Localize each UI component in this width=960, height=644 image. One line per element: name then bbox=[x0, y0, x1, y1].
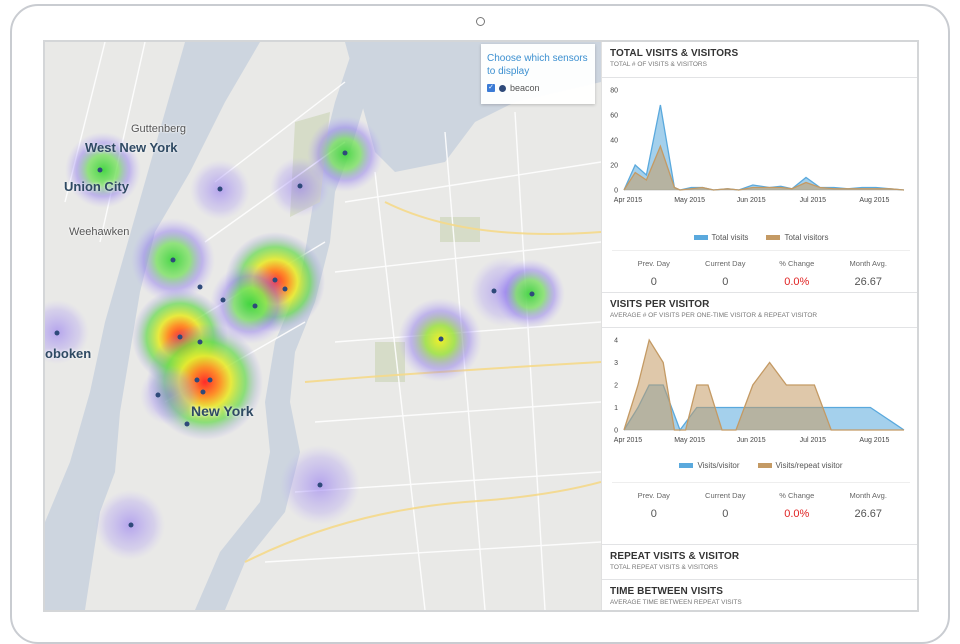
stat-prev-day: Prev. Day 0 bbox=[637, 491, 670, 520]
map-label-west-new-york: West New York bbox=[85, 140, 178, 155]
total-visits-header[interactable]: TOTAL VISITS & VISITORS TOTAL # OF VISIT… bbox=[602, 42, 917, 78]
stat-percent-change: % Change 0.0% bbox=[779, 259, 815, 288]
legend-total-visitors[interactable]: Total visitors bbox=[766, 233, 828, 242]
x-tick-label: May 2015 bbox=[674, 197, 705, 204]
legend-visits-per-repeat-visitor[interactable]: Visits/repeat visitor bbox=[757, 461, 843, 470]
y-tick-label: 40 bbox=[610, 138, 618, 145]
stat-current-day: Current Day 0 bbox=[705, 491, 746, 520]
beacon-label: beacon bbox=[510, 83, 540, 93]
x-tick-label: Apr 2015 bbox=[614, 197, 643, 204]
x-tick-label: Jul 2015 bbox=[800, 437, 827, 444]
heatmap-map[interactable]: West New York Guttenberg Union City Weeh… bbox=[45, 42, 601, 610]
map-label-hoboken: oboken bbox=[45, 346, 92, 361]
sensor-filter-panel: Choose which sensors to display ✓ beacon bbox=[481, 44, 595, 104]
y-tick-label: 20 bbox=[610, 163, 618, 170]
time-between-subtitle: AVERAGE TIME BETWEEN REPEAT VISITS bbox=[610, 599, 742, 606]
stat-current-day: Current Day 0 bbox=[705, 259, 746, 288]
sensor-filter-option[interactable]: ✓ beacon bbox=[487, 83, 589, 93]
total-visits-chart-card: 0 20 40 60 80 Apr 2015 May 2015 Jun 2015 Jul 201… bbox=[602, 78, 919, 292]
x-tick-label: Jun 2015 bbox=[737, 437, 766, 444]
stat-prev-day: Prev. Day 0 bbox=[637, 259, 670, 288]
map-label-new-york: New York bbox=[191, 403, 254, 419]
x-tick-label: May 2015 bbox=[674, 437, 705, 444]
total-visits-title: TOTAL VISITS & VISITORS bbox=[610, 48, 739, 59]
y-tick-label: 60 bbox=[610, 113, 618, 120]
y-tick-label: 3 bbox=[614, 360, 618, 367]
x-tick-label: Jun 2015 bbox=[737, 197, 766, 204]
visits-per-visitor-title: VISITS PER VISITOR bbox=[610, 299, 710, 310]
camera-icon bbox=[476, 17, 485, 26]
x-tick-label: Aug 2015 bbox=[859, 197, 889, 204]
legend-visits-per-visitor[interactable]: Visits/visitor bbox=[679, 461, 740, 470]
analytics-panel: TOTAL VISITS & VISITORS TOTAL # OF VISIT… bbox=[601, 42, 919, 610]
map-canvas bbox=[45, 42, 601, 610]
total-visits-stats: Prev. Day 0 Current Day 0 % Change 0.0% … bbox=[612, 250, 910, 298]
x-tick-label: Jul 2015 bbox=[800, 197, 827, 204]
visits-per-visitor-chart-card: 0 1 2 3 4 Apr 2015 May 2015 Jun 2015 Jul 2015 Aug… bbox=[602, 328, 919, 544]
beacon-dot-icon bbox=[499, 84, 506, 92]
map-label-weehawken: Weehawken bbox=[69, 226, 130, 238]
repeat-visits-subtitle: TOTAL REPEAT VISITS & VISITORS bbox=[610, 564, 718, 571]
repeat-visits-header[interactable]: REPEAT VISITS & VISITOR TOTAL REPEAT VIS… bbox=[602, 544, 917, 580]
y-tick-label: 0 bbox=[614, 428, 618, 435]
total-visits-chart[interactable]: 0 20 40 60 80 Apr 2015 May 2015 Jun 2015 Jul 201… bbox=[602, 78, 919, 228]
time-between-header[interactable]: TIME BETWEEN VISITS AVERAGE TIME BETWEEN… bbox=[602, 580, 917, 610]
stat-percent-change: % Change 0.0% bbox=[779, 491, 815, 520]
total-visits-legend: Total visits Total visitors bbox=[602, 233, 917, 242]
stat-month-avg: Month Avg. 26.67 bbox=[849, 259, 887, 288]
x-tick-label: Apr 2015 bbox=[614, 437, 643, 444]
y-tick-label: 2 bbox=[614, 383, 618, 390]
map-label-union-city: Union City bbox=[64, 179, 129, 194]
y-tick-label: 0 bbox=[614, 188, 618, 195]
map-label-guttenberg: Guttenberg bbox=[131, 123, 187, 135]
y-tick-label: 1 bbox=[614, 405, 618, 412]
visits-per-visitor-chart[interactable]: 0 1 2 3 4 Apr 2015 May 2015 Jun 2015 Jul 2015 Aug… bbox=[602, 328, 919, 456]
y-tick-label: 4 bbox=[614, 338, 618, 345]
x-tick-label: Aug 2015 bbox=[859, 437, 889, 444]
stat-month-avg: Month Avg. 26.67 bbox=[849, 491, 887, 520]
beacon-checkbox[interactable]: ✓ bbox=[487, 84, 495, 92]
total-visits-subtitle: TOTAL # OF VISITS & VISITORS bbox=[610, 61, 707, 68]
sensor-filter-title: Choose which sensors to display bbox=[487, 53, 588, 77]
visits-per-visitor-subtitle: AVERAGE # OF VISITS PER ONE-TIME VISITOR… bbox=[610, 312, 818, 319]
repeat-visits-title: REPEAT VISITS & VISITOR bbox=[610, 551, 740, 562]
time-between-title: TIME BETWEEN VISITS bbox=[610, 586, 724, 597]
visits-per-visitor-stats: Prev. Day 0 Current Day 0 % Change 0.0% … bbox=[612, 482, 910, 530]
legend-total-visits[interactable]: Total visits bbox=[693, 233, 748, 242]
y-tick-label: 80 bbox=[610, 88, 618, 95]
screen: West New York Guttenberg Union City Weeh… bbox=[43, 40, 919, 612]
visits-per-visitor-legend: Visits/visitor Visits/repeat visitor bbox=[602, 461, 917, 470]
